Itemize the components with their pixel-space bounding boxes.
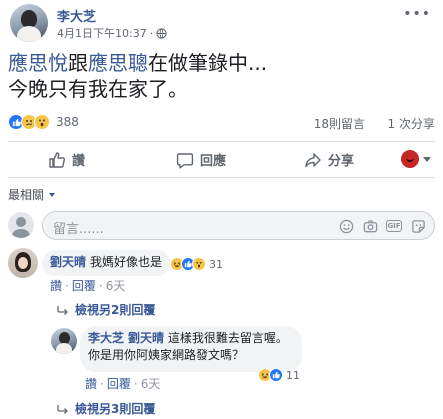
like-button-label: 讚 <box>72 154 86 169</box>
comment-button-label: 回應 <box>200 154 227 169</box>
reply-reply-link[interactable]: 回覆 <box>107 375 131 392</box>
view-more-replies-label: 檢視另2則回覆 <box>75 303 156 317</box>
comment-reply-link[interactable]: 回覆 <box>72 277 96 294</box>
reply-bubble: 李大芝 劉天晴 這樣我很難去留言喔。 你是用你阿姨家網路發文嗎？ <box>80 326 302 372</box>
more-options-icon[interactable]: ••• <box>403 6 431 22</box>
post-text-line-1: 應思悅跟應思聰在做筆錄中... <box>8 50 438 76</box>
chevron-down-icon <box>423 156 431 162</box>
meta-separator: · <box>149 26 154 40</box>
wow-reaction-icon <box>192 257 206 271</box>
reply-mention[interactable]: 劉天晴 <box>128 331 164 345</box>
reply-author-name[interactable]: 李大芝 <box>88 331 124 345</box>
author-avatar[interactable] <box>10 4 48 42</box>
reply-arrow-icon <box>57 404 68 414</box>
wow-reaction-icon <box>34 114 50 130</box>
reply-reaction-count: 11 <box>286 368 300 382</box>
comment-actions: 讚 · 回覆 · 6天 <box>50 277 125 294</box>
reaction-count[interactable]: 388 <box>56 115 79 129</box>
camera-icon[interactable] <box>362 218 378 234</box>
comment-bubble-icon <box>176 152 194 168</box>
gif-icon[interactable]: GIF <box>386 220 402 232</box>
view-more-replies-label: 檢視另3則回覆 <box>75 402 156 416</box>
composer-avatar <box>8 212 34 238</box>
divider-bottom <box>8 177 435 178</box>
author-name[interactable]: 李大芝 <box>57 6 96 25</box>
comment-input[interactable]: 留言...... GIF <box>42 211 435 240</box>
mention-link-2[interactable]: 應思聰 <box>88 51 148 75</box>
post-body: 應思悅跟應思聰在做筆錄中... 今晚只有我在家了。 <box>8 50 438 102</box>
reply-text-2: 你是用你阿姨家網路發文嗎？ <box>88 348 245 362</box>
comment-reaction-count: 31 <box>209 257 223 271</box>
thumbs-up-icon <box>49 151 66 168</box>
share-arrow-icon <box>305 152 321 167</box>
post-action-bar: 讚 回應 分享 <box>8 143 435 175</box>
reaction-icons[interactable] <box>8 114 50 130</box>
reply-line-1: 李大芝 劉天晴 這樣我很難去留言喔。 <box>88 330 294 347</box>
reply-author-avatar[interactable] <box>51 328 77 354</box>
post-text-connector: 跟 <box>68 51 88 75</box>
reply-like-link[interactable]: 讚 <box>85 375 97 392</box>
sort-caret-icon <box>49 192 56 197</box>
sort-label: 最相關 <box>8 188 45 202</box>
viewer-avatar <box>401 150 419 168</box>
separator: · <box>100 376 104 391</box>
commenter-name[interactable]: 劉天晴 <box>50 255 86 269</box>
post-timestamp[interactable]: 4月1日下午10:37 <box>57 25 147 41</box>
separator: · <box>133 376 138 391</box>
viewer-identity-switcher[interactable] <box>401 150 431 168</box>
comment-count[interactable]: 18則留言 <box>314 115 365 132</box>
sticker-icon[interactable] <box>410 218 426 234</box>
share-count[interactable]: 1 次分享 <box>388 115 435 132</box>
post-meta: 4月1日下午10:37 · <box>57 25 167 41</box>
separator: · <box>65 278 69 293</box>
view-more-replies-link[interactable]: 檢視另3則回覆 <box>57 400 155 417</box>
share-button-label: 分享 <box>328 154 355 169</box>
reply-reactions[interactable]: 11 <box>258 368 300 382</box>
like-reaction-icon <box>269 368 283 382</box>
reply-actions: 讚 · 回覆 · 6天 <box>85 375 160 392</box>
view-more-replies-link[interactable]: 檢視另2則回覆 <box>57 301 155 318</box>
separator: · <box>98 278 103 293</box>
comment-text: 我媽好像也是 <box>90 255 163 269</box>
emoji-icon[interactable] <box>338 218 354 234</box>
post-header: 李大芝 4月1日下午10:37 · ••• <box>0 0 443 45</box>
reply-timestamp[interactable]: 6天 <box>141 375 161 392</box>
comment-button[interactable]: 回應 <box>176 150 226 169</box>
comment-reactions[interactable]: 31 <box>170 257 223 271</box>
comment-input-placeholder: 留言...... <box>53 222 104 237</box>
share-button[interactable]: 分享 <box>304 150 354 169</box>
reply-arrow-icon <box>57 305 68 315</box>
comment-bubble: 劉天晴 我媽好像也是 <box>42 250 170 276</box>
reply-text-1: 這樣我很難去留言喔。 <box>167 331 288 345</box>
like-button[interactable]: 讚 <box>48 150 85 169</box>
divider-top <box>8 141 435 142</box>
post-text-rest: 在做筆錄中... <box>148 51 268 75</box>
reactions-summary: 388 18則留言 1 次分享 <box>8 114 435 132</box>
mention-link-1[interactable]: 應思悅 <box>8 51 68 75</box>
post-text-line-2: 今晚只有我在家了。 <box>8 77 188 101</box>
comment-timestamp[interactable]: 6天 <box>106 277 126 294</box>
composer-tools: GIF <box>338 218 426 234</box>
comment-sort-dropdown[interactable]: 最相關 <box>8 186 56 203</box>
globe-icon[interactable] <box>156 27 167 39</box>
commenter-avatar[interactable] <box>8 248 38 278</box>
comment-like-link[interactable]: 讚 <box>50 277 62 294</box>
